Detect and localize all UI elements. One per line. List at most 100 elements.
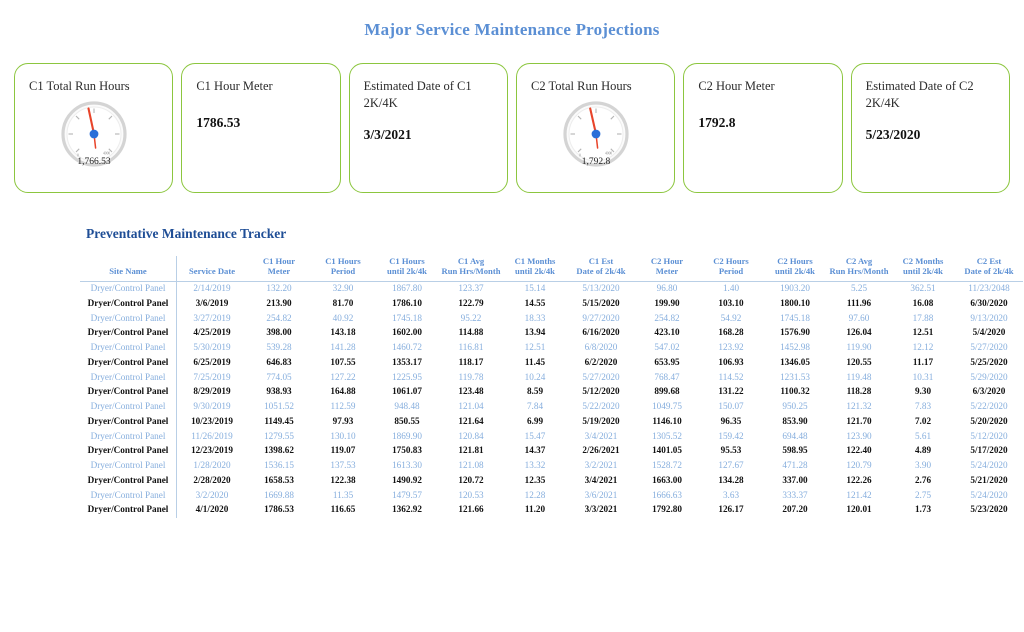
table-cell: 7/25/2019 <box>193 371 231 382</box>
table-cell: 7.02 <box>914 415 932 426</box>
table-cell: 119.48 <box>846 371 872 382</box>
column-header[interactable]: Service Date <box>176 256 247 282</box>
cell-site-name: Dryer/Control Panel <box>80 325 177 341</box>
cell-site-name: Dryer/Control Panel <box>80 355 177 371</box>
table-cell: 7.83 <box>914 401 932 412</box>
column-header[interactable]: C1 Avg Run Hrs/Month <box>439 256 503 282</box>
table-cell: 3/6/2019 <box>195 297 229 308</box>
table-cell: 106.93 <box>718 356 744 367</box>
table-cell: 16.08 <box>912 297 934 308</box>
column-header[interactable]: C2 Hours until 2k/4k <box>763 256 827 282</box>
column-header[interactable]: C2 Est Date of 2k/4k <box>955 256 1023 282</box>
kpi-card-value: 1792.8 <box>698 114 736 130</box>
kpi-card-c2-total-run-hours[interactable]: C2 Total Run Hours 0 4000 1,792.8 <box>515 63 676 193</box>
table-row[interactable]: Dryer/Control Panel 8/29/2019 938.93 164.88… <box>80 384 1023 400</box>
table-row[interactable]: Dryer/Control Panel 11/26/2019 1279.55 130.… <box>80 429 1023 444</box>
cell-site-name: Dryer/Control Panel <box>80 502 177 518</box>
kpi-card-c1-total-run-hours[interactable]: C1 Total Run Hours 0 4000 1,766.53 <box>14 63 174 193</box>
table-cell: 1786.10 <box>392 297 422 308</box>
table-cell: 95.53 <box>720 445 742 456</box>
table-cell: 1452.98 <box>780 342 810 353</box>
kpi-card-estimated-date-c1[interactable]: Estimated Date of C1 2K/4K 3/3/2021 <box>348 63 508 193</box>
column-header[interactable]: C2 Months until 2k/4k <box>891 256 955 282</box>
table-cell: 12.35 <box>524 474 546 485</box>
table-row[interactable]: Dryer/Control Panel 3/2/2020 1669.88 11.35 1… <box>80 488 1023 503</box>
table-row[interactable]: Dryer/Control Panel 5/30/2019 539.28 141.28… <box>80 340 1023 356</box>
column-header[interactable]: C1 Est Date of 2k/4k <box>567 256 635 282</box>
table-row[interactable]: Dryer/Control Panel 3/27/2019 254.82 40.92 1… <box>80 311 1023 326</box>
column-header[interactable]: C1 Hour Meter <box>247 256 311 282</box>
table-cell: 127.67 <box>718 460 744 471</box>
table-cell: 5/19/2020 <box>582 415 620 426</box>
table-cell: 646.83 <box>266 356 292 367</box>
table-row[interactable]: Dryer/Control Panel 10/23/2019 1149.45 97.9… <box>80 414 1023 430</box>
column-header[interactable]: Site Name <box>80 256 177 282</box>
table-row[interactable]: Dryer/Control Panel 2/14/2019 132.20 32.90 1… <box>80 281 1023 297</box>
table-cell: 1279.55 <box>264 430 294 441</box>
table-row[interactable]: Dryer/Control Panel 4/25/2019 398.00 143.18… <box>80 325 1023 341</box>
table-cell: 3.63 <box>722 489 740 500</box>
table-cell: 899.68 <box>654 386 680 397</box>
table-row[interactable]: Dryer/Control Panel 2/28/2020 1658.53 122.3… <box>80 473 1023 489</box>
table-cell: 1398.62 <box>264 445 294 456</box>
kpi-card-c2-hour-meter[interactable]: C2 Hour Meter 1792.8 <box>683 63 843 193</box>
table-cell: 5/27/2020 <box>582 371 620 382</box>
column-header[interactable]: C2 Hour Meter <box>635 256 699 282</box>
cell-site-name: Dryer/Control Panel <box>80 281 177 297</box>
kpi-card-value: 5/23/2020 <box>865 127 921 142</box>
table-cell: 122.79 <box>458 297 484 308</box>
table-cell: 121.42 <box>846 489 872 500</box>
table-cell: 1061.07 <box>392 386 422 397</box>
table-cell: 471.28 <box>782 460 808 471</box>
table-cell: 15.47 <box>524 430 546 441</box>
table-cell: 122.26 <box>846 474 872 485</box>
cell-site-name: Dryer/Control Panel <box>80 340 177 356</box>
table-cell: 6/3/2020 <box>972 386 1006 397</box>
table-cell: 4.89 <box>914 445 932 456</box>
table-cell: 199.90 <box>654 297 680 308</box>
table-cell: 333.37 <box>782 489 808 500</box>
cell-site-name: Dryer/Control Panel <box>80 296 177 312</box>
table-row[interactable]: Dryer/Control Panel 4/1/2020 1786.53 116.65… <box>80 502 1023 518</box>
table-row[interactable]: Dryer/Control Panel 7/25/2019 774.05 127.22… <box>80 370 1023 385</box>
gauge-c2-total-run-hours: 0 4000 1,792.8 <box>531 97 660 171</box>
table-cell: 5/22/2020 <box>582 401 620 412</box>
table-cell: 3/2/2020 <box>195 489 229 500</box>
column-header[interactable]: C1 Hours Period <box>311 256 375 282</box>
table-cell: 126.17 <box>718 504 744 515</box>
table-cell: 143.18 <box>330 327 356 338</box>
kpi-card-c1-hour-meter[interactable]: C1 Hour Meter 1786.53 <box>181 63 341 193</box>
table-row[interactable]: Dryer/Control Panel 9/30/2019 1051.52 112.5… <box>80 399 1023 415</box>
table-cell: 5/4/2020 <box>972 327 1006 338</box>
table-cell: 1149.45 <box>264 415 294 426</box>
column-header[interactable]: C2 Hours Period <box>699 256 763 282</box>
table-cell: 12.12 <box>912 342 934 353</box>
table-cell: 598.95 <box>782 445 808 456</box>
cell-site-name: Dryer/Control Panel <box>80 311 177 326</box>
table-cell: 1460.72 <box>392 342 422 353</box>
table-cell: 122.40 <box>846 445 872 456</box>
column-header[interactable]: C2 Avg Run Hrs/Month <box>827 256 891 282</box>
table-row[interactable]: Dryer/Control Panel 12/23/2019 1398.62 119.… <box>80 443 1023 459</box>
table-cell: 141.28 <box>330 342 356 353</box>
kpi-card-estimated-date-c2[interactable]: Estimated Date of C2 2K/4K 5/23/2020 <box>850 63 1010 193</box>
table-cell: 137.53 <box>330 460 356 471</box>
table-cell: 119.07 <box>330 445 356 456</box>
table-row[interactable]: Dryer/Control Panel 1/28/2020 1536.15 137.5… <box>80 458 1023 474</box>
table-cell: 9.30 <box>914 386 932 397</box>
table-cell: 11.20 <box>524 504 546 515</box>
cell-site-name: Dryer/Control Panel <box>80 429 177 444</box>
table-cell: 14.37 <box>524 445 546 456</box>
table-cell: 6/25/2019 <box>193 356 231 367</box>
table-row[interactable]: Dryer/Control Panel 3/6/2019 213.90 81.70 17… <box>80 296 1023 312</box>
table-cell: 96.35 <box>720 415 742 426</box>
table-cell: 4/1/2020 <box>195 504 229 515</box>
table-cell: 12.51 <box>524 342 546 353</box>
table-cell: 121.64 <box>458 415 484 426</box>
column-header[interactable]: C1 Hours until 2k/4k <box>375 256 439 282</box>
table-cell: 18.33 <box>524 312 546 323</box>
table-cell: 119.78 <box>458 371 484 382</box>
table-cell: 168.28 <box>718 327 744 338</box>
table-row[interactable]: Dryer/Control Panel 6/25/2019 646.83 107.55… <box>80 355 1023 371</box>
column-header[interactable]: C1 Months until 2k/4k <box>503 256 567 282</box>
